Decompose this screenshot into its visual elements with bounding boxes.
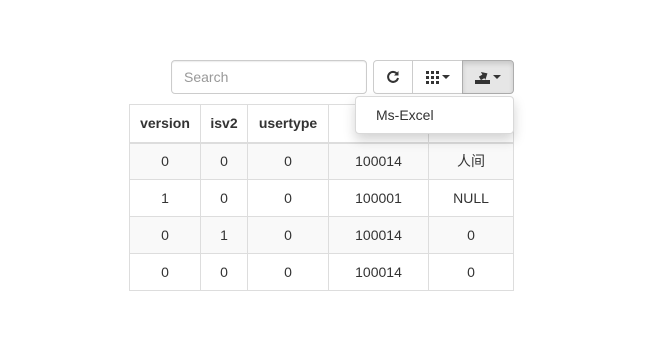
table-row: 0 0 0 100014 人间 xyxy=(129,142,514,180)
export-button[interactable] xyxy=(462,60,514,94)
table-cell: 0 xyxy=(247,216,329,254)
table-cell: 人间 xyxy=(428,142,514,180)
table-cell: 0 xyxy=(200,142,248,180)
column-header-version[interactable]: version xyxy=(129,104,201,144)
export-menu-item-excel[interactable]: Ms-Excel xyxy=(356,97,513,133)
table-cell: 0 xyxy=(200,179,248,217)
export-dropdown-menu: Ms-Excel xyxy=(355,96,514,134)
table-cell: 0 xyxy=(129,142,201,180)
table-cell: 0 xyxy=(247,142,329,180)
table-cell: 0 xyxy=(129,216,201,254)
refresh-button[interactable] xyxy=(373,60,413,94)
chevron-down-icon xyxy=(441,75,450,79)
table-cell: 100014 xyxy=(328,216,429,254)
export-icon xyxy=(475,72,490,84)
table-cell: 100014 xyxy=(328,142,429,180)
table-cell: 0 xyxy=(247,253,329,291)
table-row: 0 0 0 100014 0 xyxy=(129,253,514,291)
table-cell: 100001 xyxy=(328,179,429,217)
table-cell: 0 xyxy=(428,253,514,291)
table-cell: 0 xyxy=(428,216,514,254)
table-cell: 0 xyxy=(200,253,248,291)
table-cell: NULL xyxy=(428,179,514,217)
table-cell: 1 xyxy=(129,179,201,217)
table-cell: 100014 xyxy=(328,253,429,291)
column-header-usertype[interactable]: usertype xyxy=(247,104,329,144)
table-cell: 1 xyxy=(200,216,248,254)
table-cell: 0 xyxy=(129,253,201,291)
table-toolbar xyxy=(171,60,514,94)
refresh-icon xyxy=(387,70,399,83)
chevron-down-icon xyxy=(493,75,501,79)
table-cell: 0 xyxy=(247,179,329,217)
column-header-isv2[interactable]: isv2 xyxy=(200,104,248,144)
search-input[interactable] xyxy=(171,60,367,94)
table-row: 1 0 0 100001 NULL xyxy=(129,179,514,217)
columns-toggle-button[interactable] xyxy=(412,60,463,94)
toolbar-button-group xyxy=(373,60,514,94)
grid-icon xyxy=(425,70,439,84)
table-row: 0 1 0 100014 0 xyxy=(129,216,514,254)
